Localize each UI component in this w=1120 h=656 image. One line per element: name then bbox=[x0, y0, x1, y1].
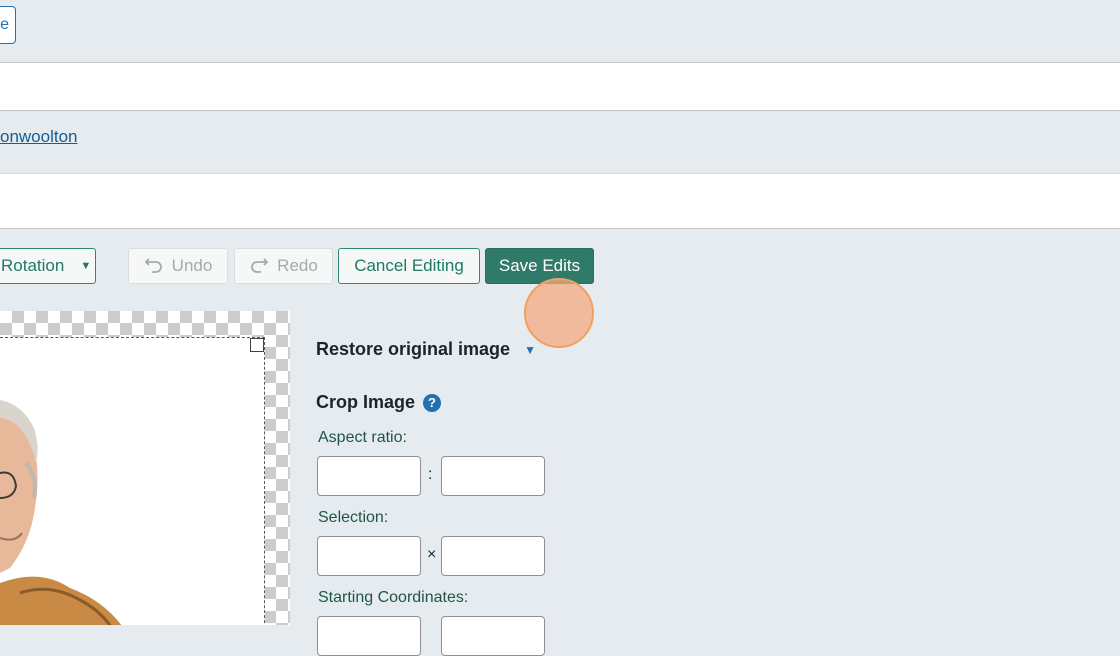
cancel-editing-label: Cancel Editing bbox=[354, 256, 464, 275]
restore-original-label: Restore original image bbox=[316, 339, 511, 359]
portrait-image bbox=[0, 400, 122, 625]
author-link[interactable]: onwoolton bbox=[0, 127, 78, 147]
undo-icon bbox=[144, 258, 162, 273]
rotation-dropdown-button[interactable]: Rotation ▼ bbox=[0, 248, 96, 284]
start-y-input[interactable] bbox=[441, 616, 545, 656]
selection-separator: × bbox=[427, 546, 437, 563]
undo-label: Undo bbox=[171, 256, 213, 275]
redo-label: Redo bbox=[277, 256, 318, 275]
crop-image-heading: Crop Image ? bbox=[316, 392, 442, 413]
cancel-editing-button[interactable]: Cancel Editing bbox=[338, 248, 480, 284]
starting-coordinates-label: Starting Coordinates: bbox=[318, 589, 469, 606]
restore-original-toggle[interactable]: Restore original image ▼ bbox=[316, 339, 536, 360]
aspect-ratio-separator: : bbox=[428, 466, 433, 483]
help-icon[interactable]: ? bbox=[423, 393, 442, 412]
partial-top-button[interactable]: e bbox=[0, 6, 16, 44]
white-band-middle bbox=[0, 173, 1120, 229]
click-indicator bbox=[524, 278, 594, 348]
selection-width-input[interactable] bbox=[317, 536, 421, 576]
save-edits-button[interactable]: Save Edits bbox=[485, 248, 594, 284]
selection-label: Selection: bbox=[318, 509, 389, 526]
caret-down-icon: ▼ bbox=[80, 260, 92, 272]
selection-height-input[interactable] bbox=[441, 536, 545, 576]
redo-button[interactable]: Redo bbox=[234, 248, 333, 284]
image-preview[interactable] bbox=[0, 337, 265, 625]
crop-handle[interactable] bbox=[250, 338, 264, 352]
aspect-ratio-label: Aspect ratio: bbox=[318, 429, 407, 446]
aspect-ratio-width-input[interactable] bbox=[317, 456, 421, 496]
undo-button[interactable]: Undo bbox=[128, 248, 228, 284]
crop-image-label: Crop Image bbox=[316, 392, 416, 412]
image-edit-canvas[interactable] bbox=[0, 311, 290, 625]
redo-icon bbox=[251, 258, 269, 273]
start-x-input[interactable] bbox=[317, 616, 421, 656]
save-edits-label: Save Edits bbox=[498, 256, 581, 275]
caret-down-icon: ▼ bbox=[524, 342, 536, 357]
partial-top-button-label: e bbox=[0, 16, 9, 33]
aspect-ratio-height-input[interactable] bbox=[441, 456, 545, 496]
rotation-label: Rotation bbox=[1, 256, 65, 275]
white-band-top bbox=[0, 62, 1120, 111]
